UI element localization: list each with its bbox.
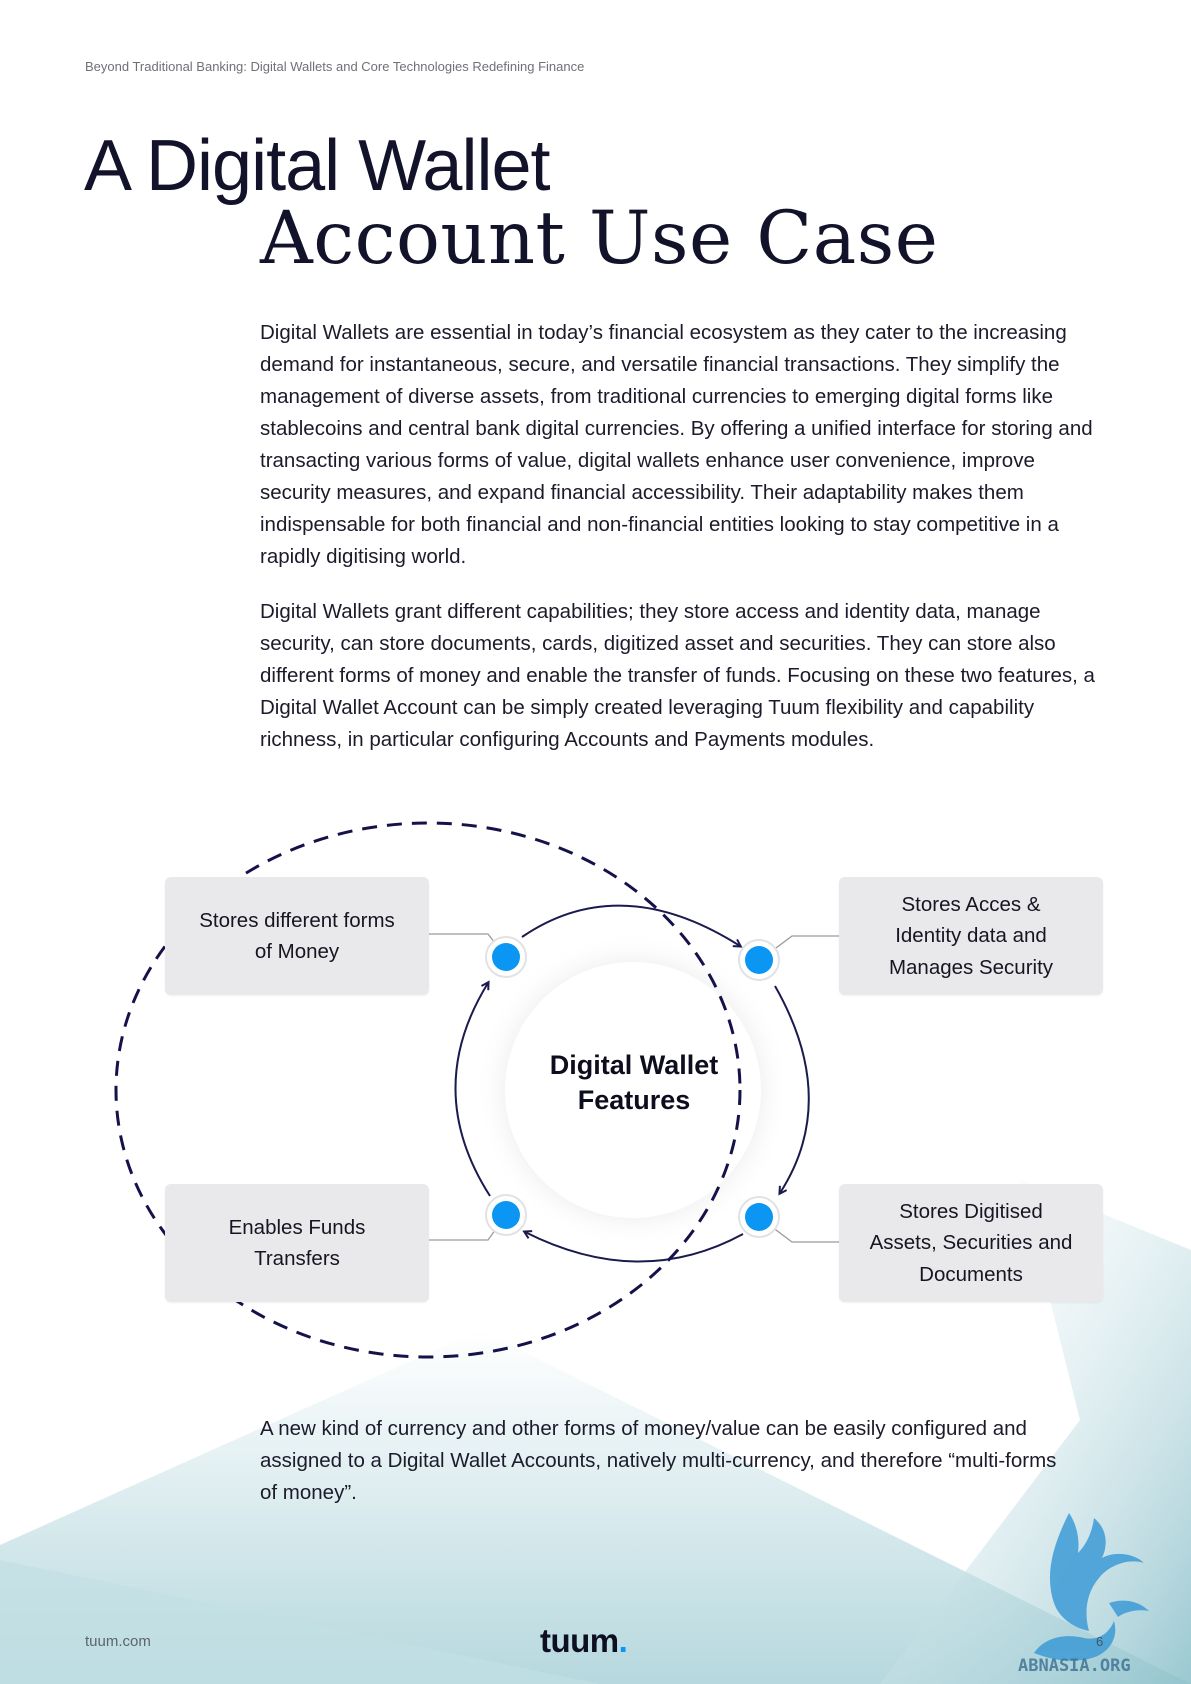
feature-box-transfers: Enables Funds Transfers xyxy=(165,1184,429,1302)
logo-text: tuum xyxy=(540,1622,619,1659)
logo-dot: . xyxy=(618,1622,628,1659)
feature-label-transfers: Enables Funds Transfers xyxy=(228,1215,366,1271)
closing-paragraph: A new kind of currency and other forms o… xyxy=(260,1417,1057,1504)
svg-text:ABNASIA.ORG: ABNASIA.ORG xyxy=(1018,1656,1131,1675)
feature-label-money: Stores different forms of Money xyxy=(199,908,395,964)
capabilities-paragraph: Digital Wallets grant different capabili… xyxy=(260,600,1095,751)
intro-paragraph: Digital Wallets are essential in today’s… xyxy=(260,321,1093,568)
running-head: Beyond Traditional Banking: Digital Wall… xyxy=(85,59,585,74)
feature-box-assets: Stores Digitised Assets, Securities and … xyxy=(839,1184,1103,1302)
footer-url-link[interactable]: tuum.com xyxy=(85,1633,151,1650)
tuum-logo: tuum. xyxy=(540,1622,628,1660)
node-bottom-left xyxy=(485,1194,527,1236)
feature-label-identity: Stores Acces & Identity data and Manages… xyxy=(888,892,1054,979)
feature-box-identity: Stores Acces & Identity data and Manages… xyxy=(839,877,1103,995)
diagram-center-label: Digital Wallet Features xyxy=(549,1050,719,1115)
node-bottom-right xyxy=(738,1196,780,1238)
page-title-line-1: A Digital Wallet xyxy=(84,126,550,206)
page-number: 6 xyxy=(1096,1634,1104,1649)
feature-box-money: Stores different forms of Money xyxy=(165,877,429,995)
page-title-line-2: Account Use Case xyxy=(260,196,939,281)
node-top-left xyxy=(485,936,527,978)
feature-label-assets: Stores Digitised Assets, Securities and … xyxy=(869,1199,1073,1286)
watermark-griffin-logo: ABNASIA.ORG xyxy=(1018,1513,1149,1675)
node-top-right xyxy=(738,939,780,981)
